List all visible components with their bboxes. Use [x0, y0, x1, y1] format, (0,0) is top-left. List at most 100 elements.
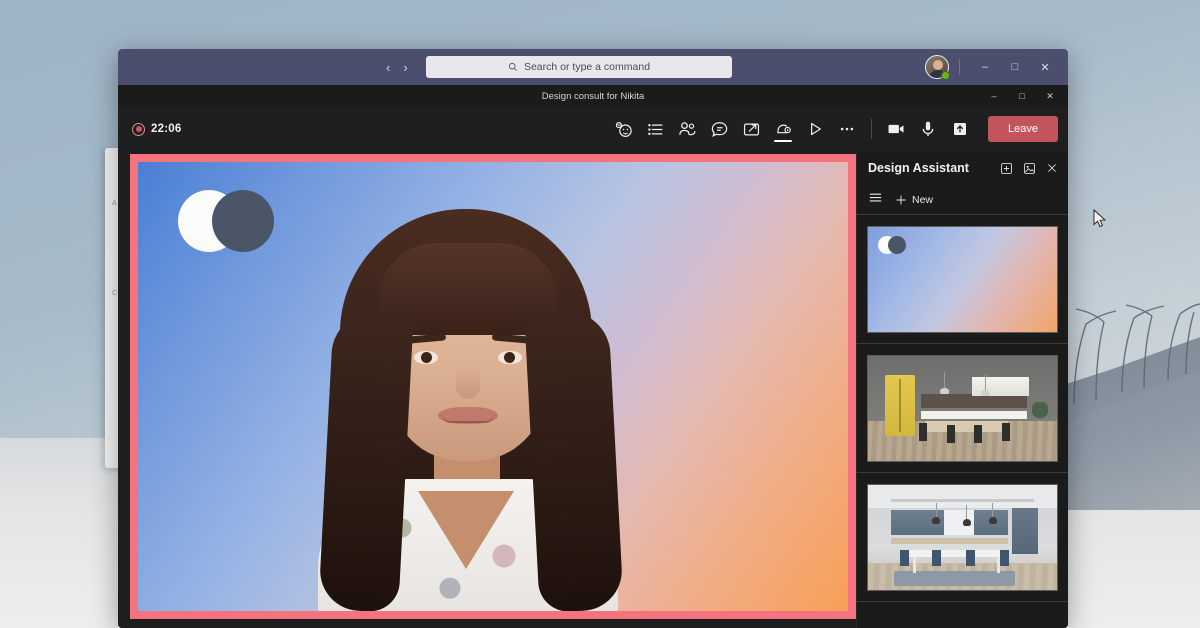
kitchen-yellow-fridge — [885, 375, 915, 436]
thumbnail-image-1 — [867, 226, 1058, 333]
thumbnail-kitchen-yellow[interactable] — [857, 344, 1068, 473]
video-tile[interactable] — [130, 154, 856, 619]
table-leg-right — [997, 557, 1000, 573]
thumbnail-image-3 — [867, 484, 1058, 591]
panel-title: Design Assistant — [868, 161, 969, 175]
blue-chair-3 — [966, 550, 975, 566]
search-placeholder: Search or type a command — [524, 61, 650, 73]
play-button[interactable] — [799, 107, 831, 151]
meeting-close-button[interactable]: ✕ — [1036, 85, 1064, 107]
apps-button[interactable] — [767, 107, 799, 151]
participant-hair-left — [318, 309, 414, 613]
design-assistant-panel: Design Assistant — [856, 151, 1068, 628]
meeting-window: Design consult for Nikita – □ ✕ 22:06 — [118, 85, 1068, 628]
popout-button[interactable] — [996, 158, 1016, 178]
meeting-window-controls: – □ ✕ — [980, 85, 1064, 107]
camera-icon — [886, 119, 906, 139]
meeting-maximize-button[interactable]: □ — [1008, 85, 1036, 107]
kitchen-pendant-2 — [981, 390, 990, 396]
avatar[interactable] — [925, 55, 949, 79]
meeting-toolbar: 22:06 — [118, 107, 1068, 151]
meeting-body: Design Assistant — [118, 151, 1068, 628]
thumbnail-logo — [878, 236, 906, 254]
blue-pendant-2 — [963, 519, 971, 526]
teams-title-bar: ‹ › Search or type a command – □ ✕ — [118, 49, 1068, 85]
leave-button[interactable]: Leave — [988, 116, 1058, 142]
chat-button[interactable] — [703, 107, 735, 151]
kitchen-blue-scene — [868, 485, 1057, 590]
kitchen-pendant-1 — [940, 388, 949, 394]
logo-circle-dark — [212, 190, 274, 252]
share-content-icon — [742, 120, 761, 139]
blue-chair-1 — [900, 550, 909, 566]
image-button[interactable] — [1019, 158, 1039, 178]
navigation-arrows[interactable]: ‹ › — [386, 49, 408, 85]
meeting-title-bar: Design consult for Nikita – □ ✕ — [118, 85, 1068, 107]
share-content-button[interactable] — [735, 107, 767, 151]
close-icon — [1046, 162, 1058, 174]
recording-dot-icon — [132, 123, 145, 136]
meeting-minimize-button[interactable]: – — [980, 85, 1008, 107]
teams-window[interactable]: ‹ › Search or type a command – □ ✕ — [118, 49, 1068, 628]
participant-smile — [442, 414, 494, 423]
background-window-text-b: C — [112, 290, 117, 297]
blue-chair-2 — [932, 550, 941, 566]
people-icon — [677, 119, 697, 139]
recording-indicator: 22:06 — [132, 123, 181, 136]
toolbar-divider — [871, 119, 872, 139]
share-screen-button[interactable] — [944, 107, 976, 151]
blue-pendant-1 — [932, 517, 940, 524]
participant-pupil-right — [504, 352, 515, 363]
kitchen-chair-3 — [974, 425, 982, 443]
back-arrow-icon[interactable]: ‹ — [386, 60, 390, 75]
thumbnail-list — [857, 215, 1068, 602]
kitchen-tall-cabinet — [1012, 508, 1038, 554]
teams-minimize-button[interactable]: – — [970, 49, 1000, 85]
title-bar-right: – □ ✕ — [925, 49, 1060, 85]
microphone-button[interactable] — [912, 107, 944, 151]
title-bar-divider — [959, 59, 960, 75]
participant-nose — [456, 367, 480, 399]
apps-icon — [774, 120, 793, 139]
panel-menu-button[interactable] — [868, 190, 883, 210]
play-icon — [806, 120, 824, 138]
participant-hair-right — [524, 309, 624, 613]
popout-icon — [1000, 162, 1013, 175]
new-button[interactable]: New — [895, 194, 933, 206]
kitchen-plant — [1032, 402, 1048, 428]
meeting-title: Design consult for Nikita — [542, 91, 644, 102]
panel-toolbar: New — [857, 185, 1068, 215]
reactions-button[interactable] — [607, 107, 639, 151]
kitchen-dining-table — [906, 550, 1004, 557]
share-screen-icon — [951, 120, 969, 138]
kitchen-counter — [921, 411, 1027, 419]
search-icon — [508, 62, 518, 72]
mouse-cursor — [1093, 209, 1107, 229]
image-icon — [1023, 162, 1036, 175]
panel-close-button[interactable] — [1042, 158, 1062, 178]
more-options-button[interactable] — [831, 107, 863, 151]
panel-header: Design Assistant — [857, 151, 1068, 185]
camera-button[interactable] — [880, 107, 912, 151]
panel-header-actions — [996, 151, 1062, 185]
reactions-icon — [614, 120, 633, 139]
people-button[interactable] — [671, 107, 703, 151]
thumbnail-gradient-logo[interactable] — [857, 215, 1068, 344]
search-input[interactable]: Search or type a command — [426, 56, 732, 78]
teams-maximize-button[interactable]: □ — [1000, 49, 1030, 85]
two-circles-logo — [178, 190, 274, 252]
teams-close-button[interactable]: ✕ — [1030, 49, 1060, 85]
recording-timer: 22:06 — [151, 123, 181, 135]
thumbnail-kitchen-blue[interactable] — [857, 473, 1068, 602]
agenda-button[interactable] — [639, 107, 671, 151]
kitchen-chair-1 — [919, 423, 927, 441]
thumbnail-image-2 — [867, 355, 1058, 462]
meeting-controls: Leave — [607, 107, 1058, 151]
forward-arrow-icon[interactable]: › — [403, 60, 407, 75]
blue-pendant-3 — [989, 517, 997, 524]
blue-chair-4 — [1000, 550, 1009, 566]
kitchen-island — [925, 421, 1008, 432]
kitchen-chair-2 — [947, 425, 955, 443]
table-leg-left — [913, 557, 916, 573]
microphone-icon — [918, 119, 938, 139]
